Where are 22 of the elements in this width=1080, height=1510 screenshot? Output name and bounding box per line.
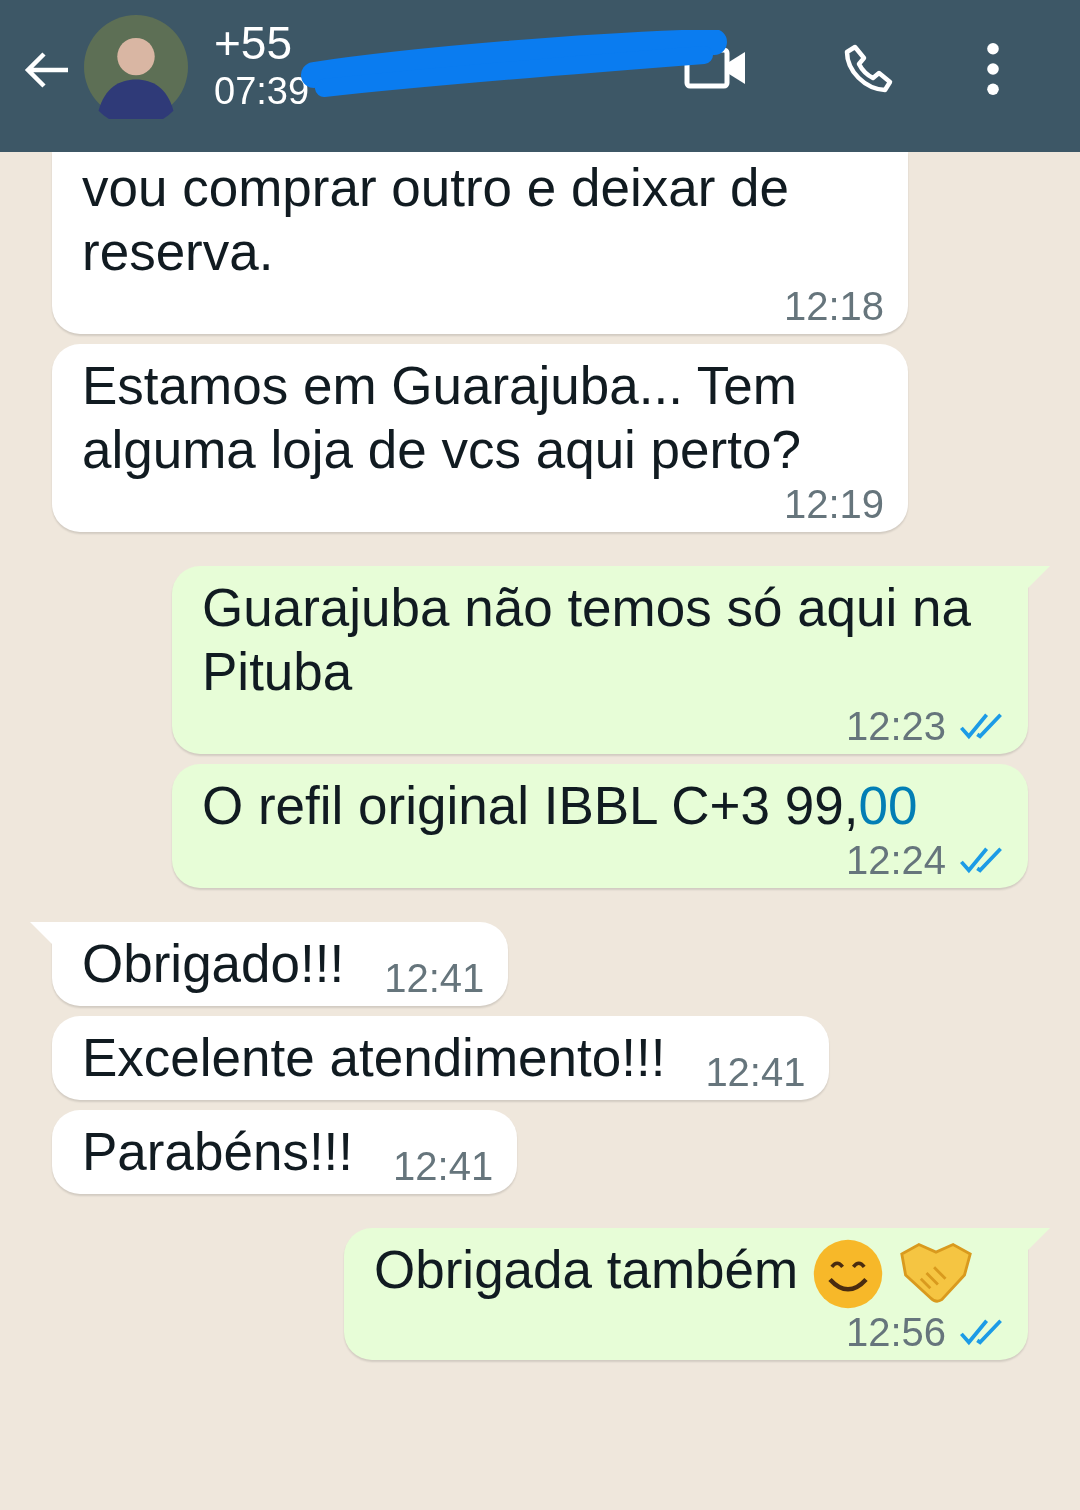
message-time: 12:41 bbox=[705, 1050, 806, 1094]
video-call-icon[interactable] bbox=[684, 46, 748, 90]
message-time: 12:24 bbox=[845, 838, 946, 882]
message-text: Parabéns!!! bbox=[82, 1122, 354, 1181]
more-options-icon[interactable] bbox=[986, 42, 1000, 96]
message-text: O refil original IBBL C+3 99, bbox=[202, 776, 859, 835]
message-time: 12:41 bbox=[393, 1144, 494, 1188]
message-text: Obrigado!!! bbox=[82, 934, 345, 993]
message-text: Excelente atendimento!!! bbox=[82, 1028, 666, 1087]
message-text: Guarajuba não temos só aqui na Pituba bbox=[202, 578, 972, 701]
message-text: Obrigada também bbox=[374, 1240, 799, 1299]
message-text: Estamos em Guarajuba... Tem alguma loja de vcs aqui perto? bbox=[82, 356, 801, 479]
message-time: 12:19 bbox=[783, 482, 884, 526]
message-time: 12:41 bbox=[384, 956, 485, 1000]
number-link[interactable]: 00 bbox=[858, 776, 918, 835]
message-time: 12:18 bbox=[783, 284, 884, 328]
message-time: 12:56 bbox=[845, 1310, 946, 1354]
message-text: vou comprar outro e deixar de reserva. bbox=[82, 158, 790, 281]
avatar[interactable] bbox=[84, 15, 188, 119]
message-time: 12:23 bbox=[845, 704, 946, 748]
contact-name: +55 bbox=[214, 18, 294, 68]
last-seen: 07:39 bbox=[214, 69, 311, 114]
